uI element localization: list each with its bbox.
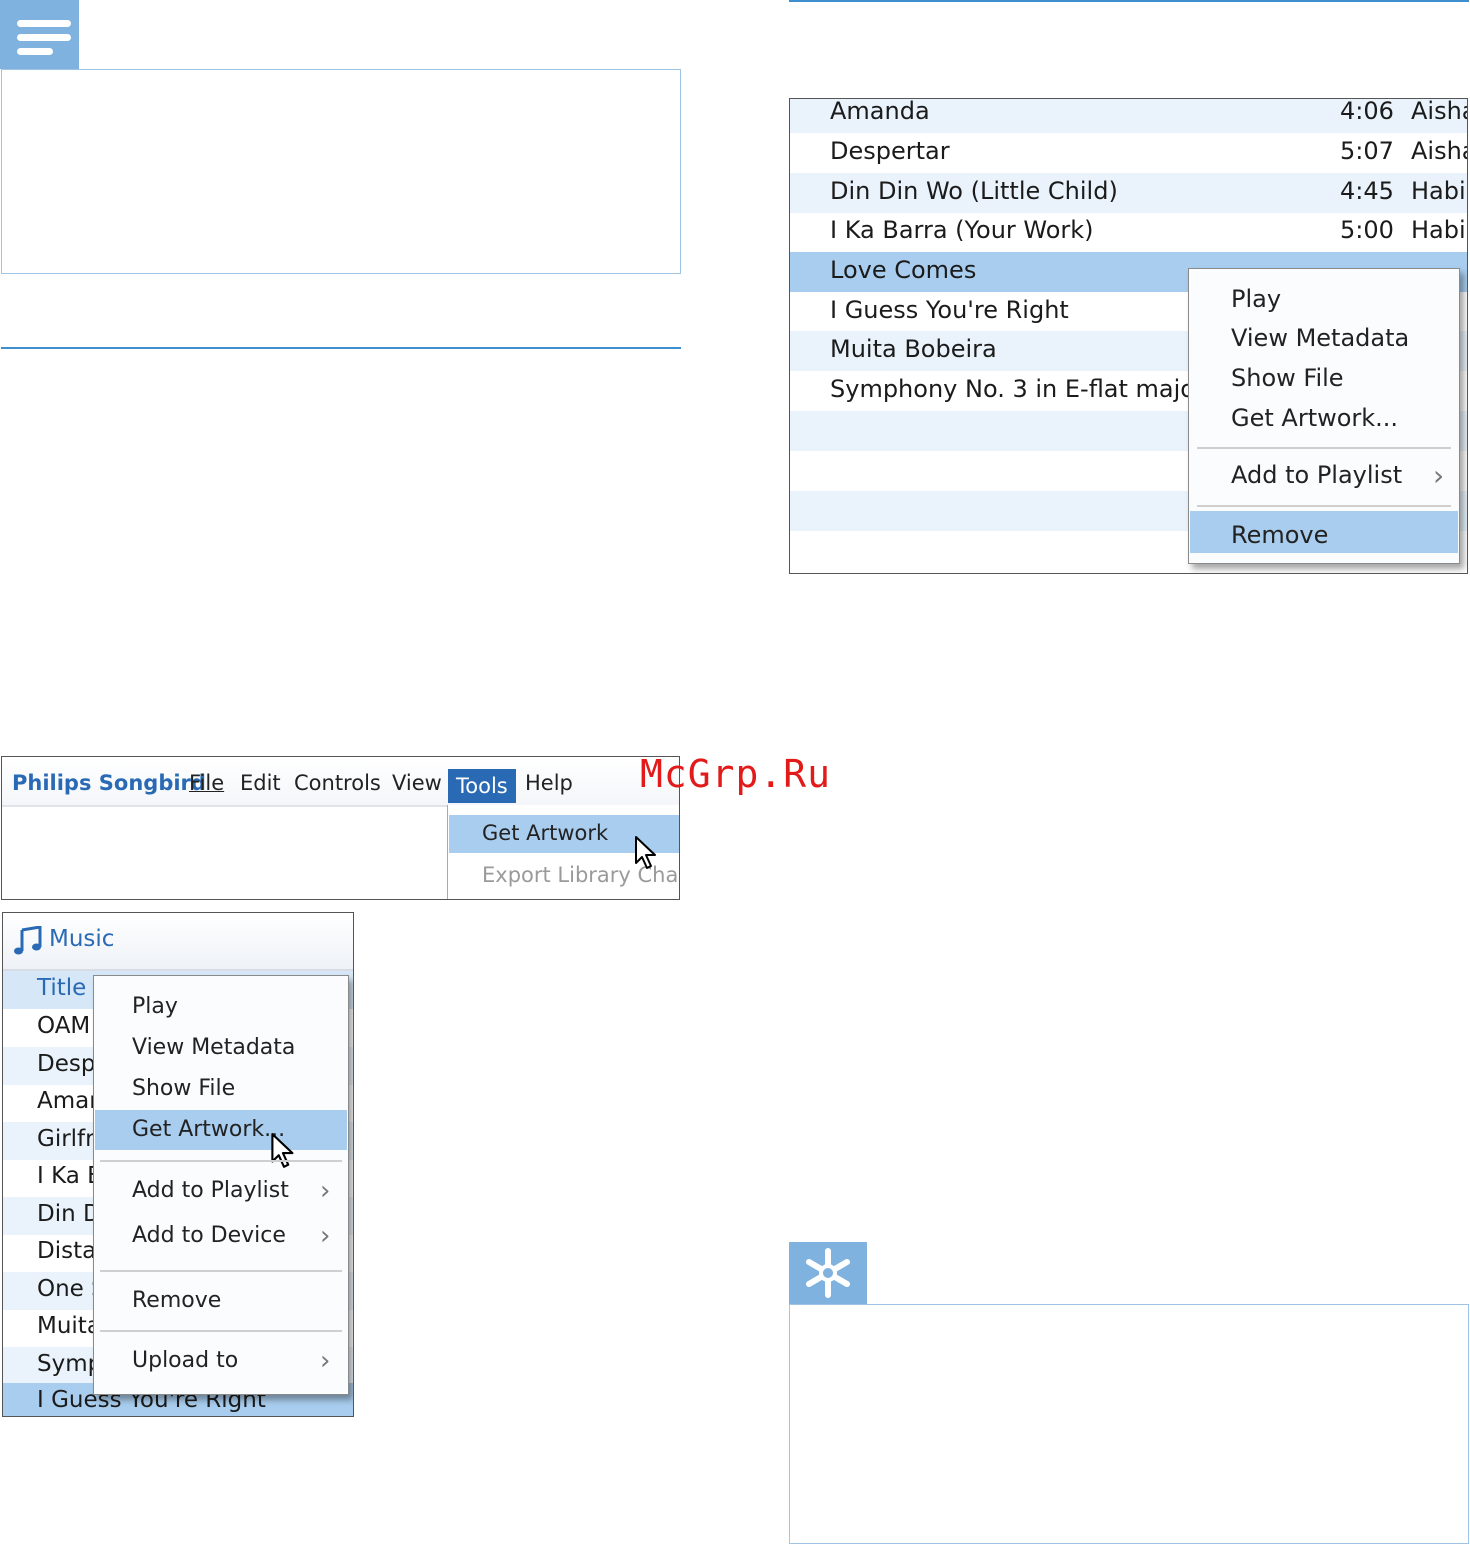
- menu-item-view-metadata[interactable]: View Metadata: [132, 1035, 295, 1060]
- list-item-title: OAM: [37, 1013, 91, 1039]
- track-duration: 5:00: [1340, 216, 1394, 244]
- menu-separator: [1197, 447, 1451, 449]
- menu-item-show-file[interactable]: Show File: [132, 1076, 235, 1101]
- menu-item-get-artwork[interactable]: Get Artwork...: [1231, 404, 1398, 432]
- menu-item-play[interactable]: Play: [132, 994, 178, 1019]
- music-note-icon: [14, 926, 42, 955]
- list-item-title: Muita: [37, 1313, 101, 1339]
- menu-item-remove[interactable]: Remove: [1190, 511, 1458, 553]
- menu-item-add-to-playlist[interactable]: Add to Playlist: [1231, 461, 1402, 489]
- tools-dropdown: Get Artwork Export Library Chang: [447, 805, 679, 899]
- menu-controls[interactable]: Controls: [294, 771, 381, 795]
- menu-item-view-metadata[interactable]: View Metadata: [1231, 324, 1409, 352]
- track-title: Symphony No. 3 in E-flat major: [830, 375, 1205, 403]
- menu-edit[interactable]: Edit: [240, 771, 281, 795]
- track-duration: 5:07: [1340, 137, 1394, 165]
- track-row[interactable]: Despertar 5:07 Aisha: [790, 133, 1467, 173]
- track-title: Despertar: [830, 137, 950, 165]
- music-context-menu: Play View Metadata Show File Get Artwork…: [93, 975, 349, 1395]
- track-duration: 4:06: [1340, 98, 1394, 125]
- menu-item-remove-label: Remove: [1231, 521, 1329, 549]
- music-label: Music: [49, 926, 115, 952]
- menu-item-get-artwork[interactable]: Get Artwork...: [95, 1110, 347, 1150]
- track-row[interactable]: Amanda 4:06 Aisha: [790, 98, 1467, 133]
- note-box: [1, 69, 681, 274]
- track-title: Muita Bobeira: [830, 335, 997, 363]
- track-artist: Habi: [1411, 216, 1466, 244]
- music-list-screenshot: Music Title OAM Desp Amar Girlfr I Ka B …: [2, 912, 354, 1417]
- menu-help[interactable]: Help: [525, 771, 573, 795]
- menu-item-add-to-device[interactable]: Add to Device: [132, 1223, 286, 1248]
- music-header: Music: [3, 913, 353, 971]
- track-artist: Aisha: [1411, 98, 1467, 125]
- menu-separator: [100, 1160, 342, 1162]
- menu-separator: [100, 1270, 342, 1272]
- app-brand: Philips Songbird: [12, 771, 206, 795]
- chevron-right-icon: ›: [320, 1221, 331, 1251]
- menu-item-upload-to[interactable]: Upload to: [132, 1348, 238, 1373]
- mouse-cursor-icon: [635, 836, 656, 869]
- mouse-cursor-icon: [271, 1133, 294, 1168]
- list-item-title: Amar: [37, 1088, 99, 1114]
- tip-box: [789, 1304, 1469, 1544]
- chevron-right-icon: ›: [320, 1346, 331, 1376]
- chevron-right-icon: ›: [320, 1176, 331, 1206]
- track-list-screenshot: Amanda 4:06 Aisha Despertar 5:07 Aisha D…: [789, 98, 1468, 574]
- watermark: McGrp.Ru: [640, 752, 832, 796]
- note-lines-icon: [0, 0, 79, 69]
- chevron-right-icon: ›: [1433, 459, 1445, 492]
- track-title: I Ka Barra (Your Work): [830, 216, 1094, 244]
- menu-separator: [100, 1330, 342, 1332]
- menu-separator: [1197, 505, 1451, 507]
- track-artist: Aisha: [1411, 137, 1467, 165]
- menubar-screenshot: Philips Songbird File Edit Controls View…: [1, 756, 680, 900]
- menu-item-add-to-playlist[interactable]: Add to Playlist: [132, 1178, 289, 1203]
- menu-item-show-file[interactable]: Show File: [1231, 364, 1344, 392]
- list-item-title: Girlfr: [37, 1126, 95, 1152]
- track-title: Din Din Wo (Little Child): [830, 177, 1118, 205]
- menu-view[interactable]: View: [392, 771, 442, 795]
- list-item-title: Din D: [37, 1201, 101, 1227]
- track-artist: Habi: [1411, 177, 1466, 205]
- track-title: Love Comes: [830, 256, 977, 284]
- track-row[interactable]: I Ka Barra (Your Work) 5:00 Habi: [790, 212, 1467, 252]
- list-item-title: Dista: [37, 1238, 97, 1264]
- asterisk-icon: [789, 1242, 867, 1304]
- menubar: Philips Songbird File Edit Controls View…: [2, 757, 679, 807]
- menu-item-get-artwork-label: Get Artwork...: [132, 1117, 286, 1142]
- menu-item-get-artwork[interactable]: Get Artwork: [482, 821, 608, 845]
- track-title: I Guess You're Right: [830, 296, 1069, 324]
- track-title: Amanda: [830, 98, 930, 125]
- track-row[interactable]: Din Din Wo (Little Child) 4:45 Habi: [790, 173, 1467, 213]
- column-header-label: Title: [37, 975, 87, 1001]
- list-item-title: Desp: [37, 1051, 96, 1077]
- section-rule-left: [1, 347, 681, 349]
- menu-tools[interactable]: Tools: [448, 769, 516, 803]
- track-duration: 4:45: [1340, 177, 1394, 205]
- menu-item-remove[interactable]: Remove: [132, 1288, 221, 1313]
- menu-item-play[interactable]: Play: [1231, 285, 1281, 313]
- menu-file[interactable]: File: [189, 771, 224, 795]
- section-rule-right: [789, 0, 1469, 2]
- track-context-menu: Play View Metadata Show File Get Artwork…: [1188, 268, 1460, 564]
